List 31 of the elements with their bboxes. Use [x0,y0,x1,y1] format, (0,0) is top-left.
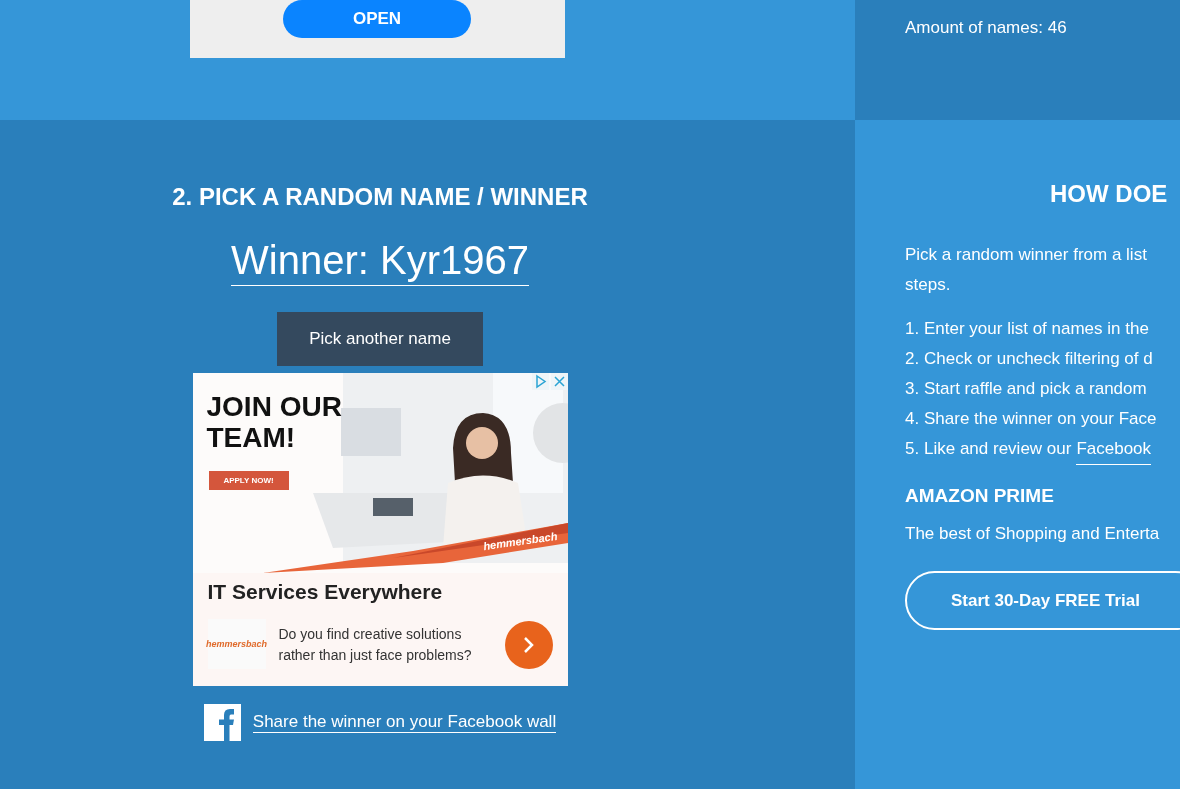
intro-text: Pick a random winner from a list [905,244,1148,266]
brand-logo: hemmersbach [207,619,266,669]
step-text: Like and review our [924,438,1072,460]
next-button[interactable] [504,621,553,669]
section-heading: HOW DOE [1050,180,1169,208]
ad-text: Do you find creative solutions rather than just face problems? [278,625,473,665]
facebook-icon[interactable] [203,704,241,741]
apply-button[interactable]: APPLY NOW! [208,471,289,490]
step-text: Start raffle and pick a random [924,378,1147,400]
step-number: 2. [905,348,919,370]
step-number: 3. [905,378,919,400]
pick-another-button[interactable]: Pick another name [277,312,483,366]
step-text: Share the winner on your Face [924,408,1157,430]
chevron-icon [521,635,536,655]
ad-headline: JOIN OUR TEAM! [206,391,343,453]
intro-text: steps. [905,274,952,296]
trial-button[interactable]: Start 30-Day FREE Trial [905,571,1180,630]
step-text: Enter your list of names in the [924,318,1149,340]
open-button[interactable]: OPEN [283,0,471,38]
facebook-link[interactable]: Facebook [1076,434,1152,465]
step-number: 1. [905,318,919,340]
step-text: Check or uncheck filtering of d [924,348,1153,370]
winner-name: Winner: Kyr1967 [231,237,529,286]
ad-title: IT Services Everywhere [207,580,443,604]
step-number: 5. [905,438,919,460]
step-number: 4. [905,408,919,430]
amazon-heading: AMAZON PRIME [905,485,1055,507]
share-link[interactable]: Share the winner on your Facebook wall [252,712,557,733]
names-count: Amount of names: 46 [904,17,1068,38]
amazon-text: The best of Shopping and Enterta [905,523,1161,545]
section-heading: 2. PICK A RANDOM NAME / WINNER [172,183,588,211]
